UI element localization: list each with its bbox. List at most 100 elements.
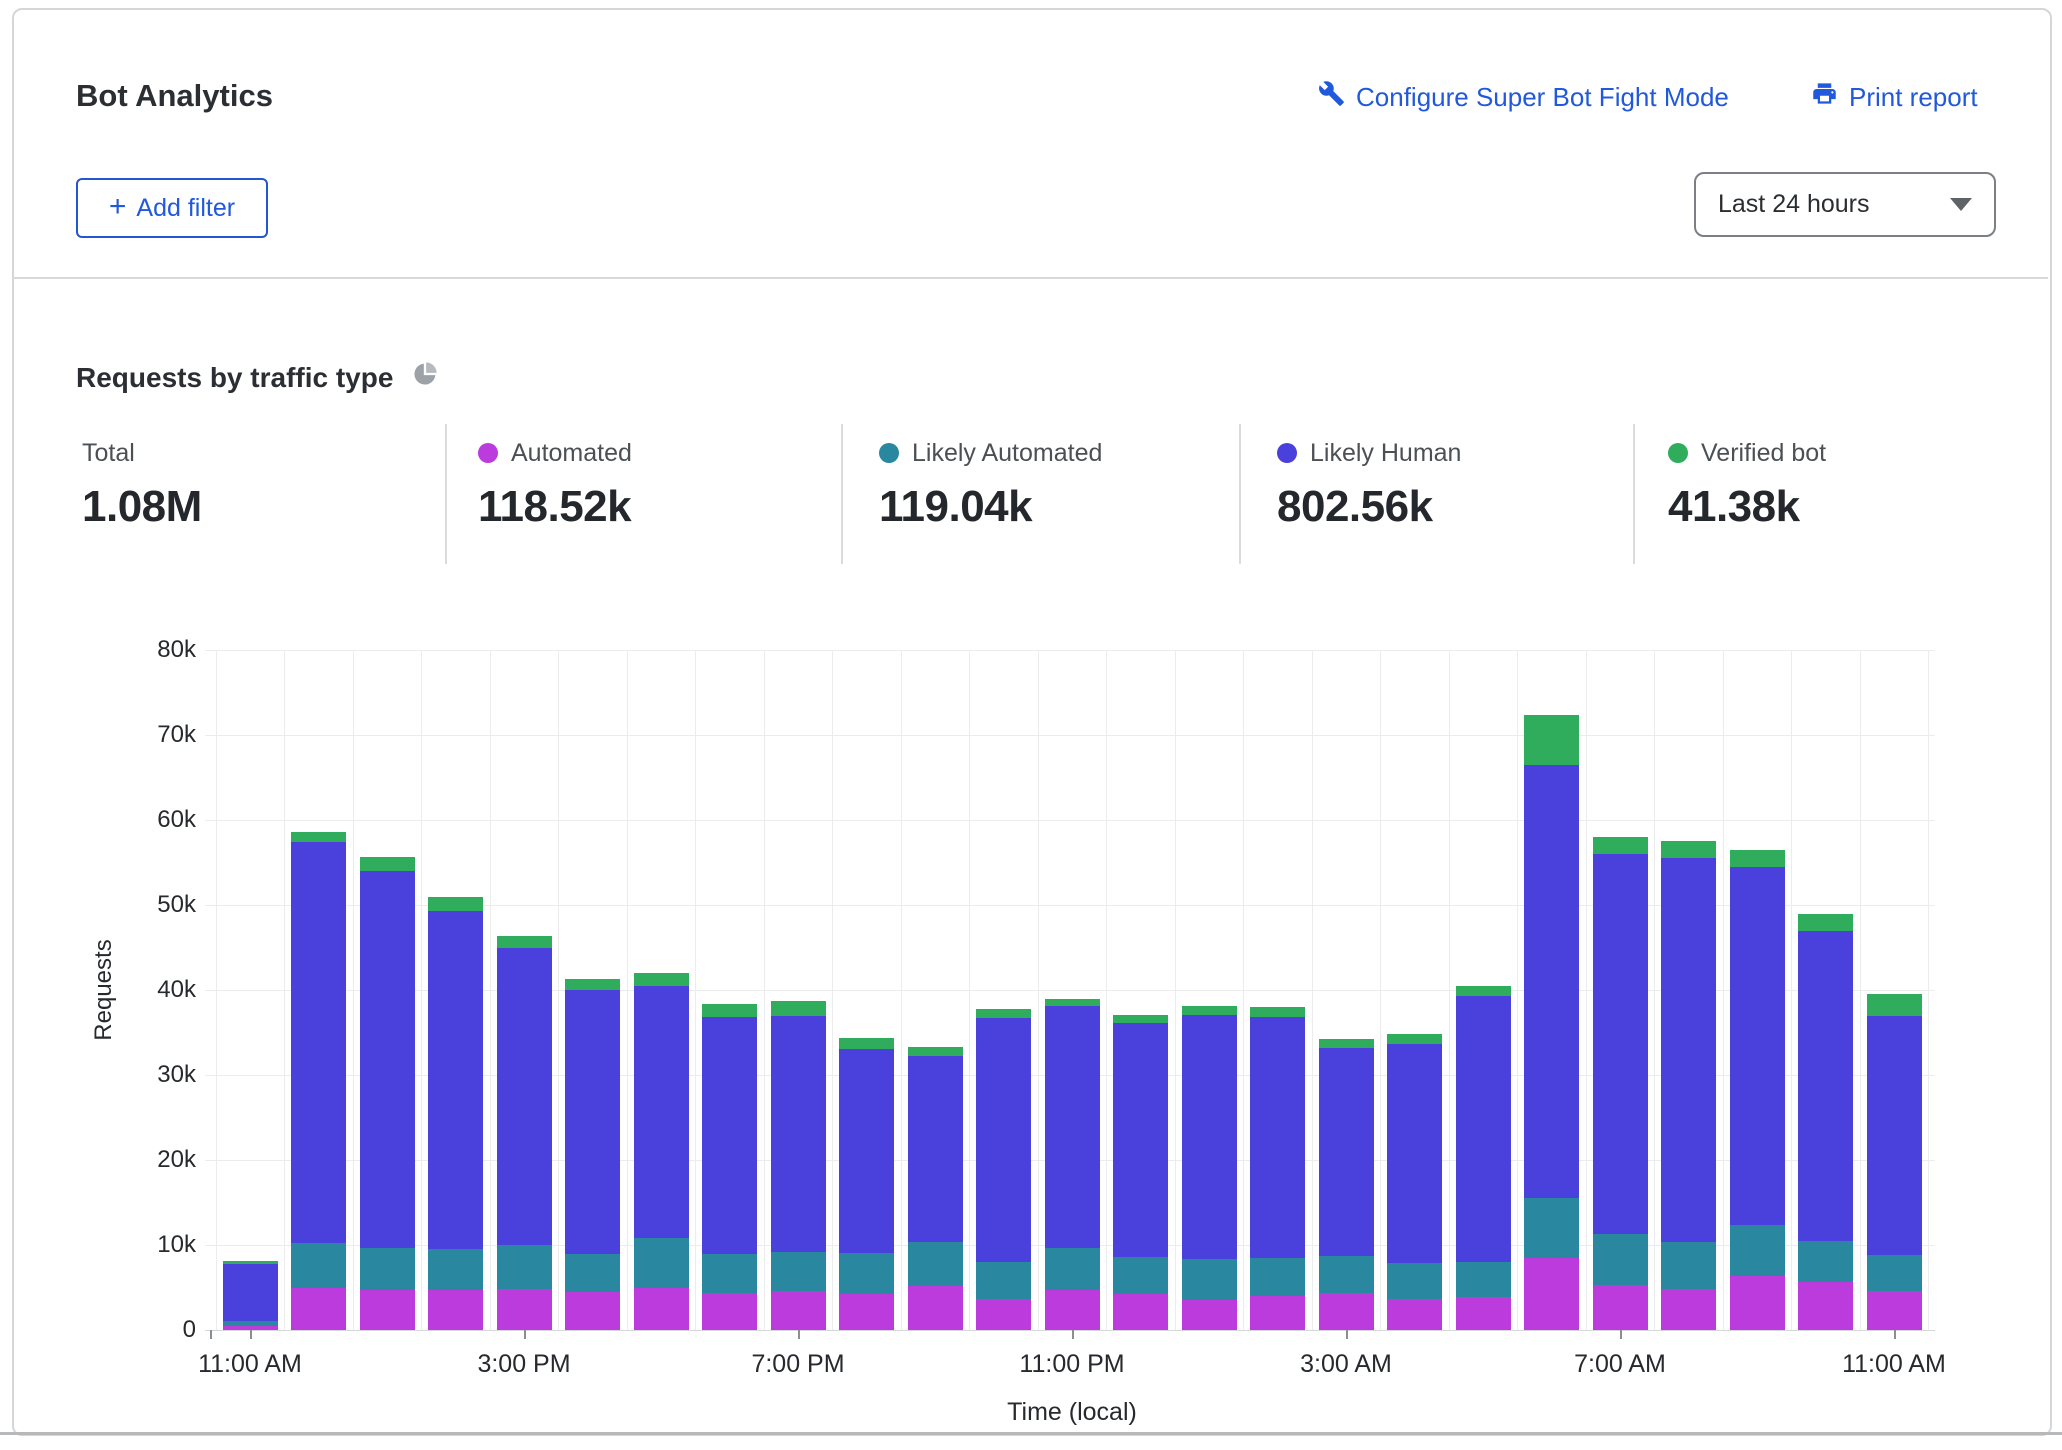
bar-segment-likely-human[interactable] (1113, 1023, 1168, 1257)
bar-segment-likely-automated[interactable] (1524, 1198, 1579, 1258)
bar-segment-verified-bot[interactable] (771, 1001, 826, 1015)
bar-segment-verified-bot[interactable] (223, 1261, 278, 1264)
bar-segment-likely-human[interactable] (1456, 996, 1511, 1262)
bar-segment-verified-bot[interactable] (1867, 994, 1922, 1015)
bar-segment-likely-human[interactable] (702, 1017, 757, 1253)
bar-segment-verified-bot[interactable] (702, 1004, 757, 1018)
bar-segment-likely-human[interactable] (1524, 765, 1579, 1199)
bar-segment-likely-human[interactable] (908, 1056, 963, 1242)
bar-segment-automated[interactable] (1593, 1285, 1648, 1330)
bar-segment-verified-bot[interactable] (1524, 715, 1579, 765)
bar-segment-verified-bot[interactable] (565, 979, 620, 990)
bar-segment-likely-automated[interactable] (839, 1253, 894, 1295)
bar-segment-likely-human[interactable] (428, 911, 483, 1249)
bar-segment-likely-human[interactable] (1387, 1044, 1442, 1262)
bar-segment-verified-bot[interactable] (428, 897, 483, 911)
bar-segment-likely-human[interactable] (360, 871, 415, 1248)
bar-segment-verified-bot[interactable] (497, 936, 552, 948)
bar-segment-likely-automated[interactable] (360, 1248, 415, 1291)
bar-segment-likely-automated[interactable] (428, 1249, 483, 1290)
bar-segment-verified-bot[interactable] (976, 1009, 1031, 1018)
bar-segment-verified-bot[interactable] (1250, 1007, 1305, 1017)
bar-segment-likely-automated[interactable] (1319, 1256, 1374, 1293)
bar-segment-likely-automated[interactable] (223, 1321, 278, 1326)
bar-segment-automated[interactable] (1113, 1294, 1168, 1330)
bar-segment-likely-automated[interactable] (1730, 1225, 1785, 1276)
bar-segment-likely-human[interactable] (1045, 1006, 1100, 1247)
bar-segment-verified-bot[interactable] (1456, 986, 1511, 996)
bar-segment-likely-automated[interactable] (565, 1254, 620, 1292)
bar-segment-likely-automated[interactable] (702, 1254, 757, 1294)
bar-segment-verified-bot[interactable] (1182, 1006, 1237, 1015)
bar-segment-likely-automated[interactable] (908, 1242, 963, 1285)
bar-segment-automated[interactable] (565, 1292, 620, 1330)
bar-segment-verified-bot[interactable] (1798, 914, 1853, 931)
bar-segment-likely-automated[interactable] (1798, 1241, 1853, 1282)
bar-segment-verified-bot[interactable] (839, 1038, 894, 1049)
configure-super-bot-fight-mode-link[interactable]: Configure Super Bot Fight Mode (1318, 80, 1729, 114)
bar-segment-likely-automated[interactable] (1661, 1242, 1716, 1289)
bar-segment-likely-human[interactable] (1661, 858, 1716, 1242)
bar-segment-likely-automated[interactable] (1182, 1259, 1237, 1300)
bar-segment-automated[interactable] (976, 1299, 1031, 1330)
bar-segment-likely-human[interactable] (1319, 1048, 1374, 1256)
bar-segment-likely-automated[interactable] (1387, 1263, 1442, 1299)
bar-segment-likely-automated[interactable] (497, 1245, 552, 1289)
bar-segment-likely-human[interactable] (497, 948, 552, 1246)
bar-segment-likely-automated[interactable] (976, 1262, 1031, 1299)
bar-segment-automated[interactable] (1867, 1291, 1922, 1330)
bar-segment-likely-human[interactable] (1250, 1017, 1305, 1258)
bar-segment-automated[interactable] (771, 1291, 826, 1330)
bar-segment-automated[interactable] (702, 1293, 757, 1330)
bar-segment-verified-bot[interactable] (1319, 1039, 1374, 1048)
bar-segment-automated[interactable] (634, 1288, 689, 1330)
bar-segment-automated[interactable] (1456, 1297, 1511, 1330)
bar-segment-verified-bot[interactable] (1730, 850, 1785, 867)
bar-segment-verified-bot[interactable] (1593, 837, 1648, 854)
bar-segment-automated[interactable] (291, 1288, 346, 1331)
bar-segment-automated[interactable] (1661, 1289, 1716, 1330)
bar-segment-automated[interactable] (497, 1289, 552, 1330)
print-report-link[interactable]: Print report (1811, 80, 1978, 114)
bar-segment-likely-automated[interactable] (1867, 1255, 1922, 1291)
bar-segment-verified-bot[interactable] (1387, 1034, 1442, 1044)
bar-segment-verified-bot[interactable] (1661, 841, 1716, 858)
bar-segment-likely-automated[interactable] (1456, 1262, 1511, 1297)
bar-segment-automated[interactable] (908, 1286, 963, 1330)
bar-segment-likely-human[interactable] (976, 1018, 1031, 1262)
bar-segment-automated[interactable] (1524, 1258, 1579, 1330)
bar-segment-automated[interactable] (839, 1294, 894, 1330)
bar-segment-likely-human[interactable] (1730, 867, 1785, 1226)
bar-segment-automated[interactable] (1387, 1299, 1442, 1330)
add-filter-button[interactable]: + Add filter (76, 178, 268, 238)
bar-segment-verified-bot[interactable] (634, 973, 689, 986)
bar-segment-likely-human[interactable] (565, 990, 620, 1254)
bar-segment-automated[interactable] (360, 1290, 415, 1330)
bar-segment-verified-bot[interactable] (1113, 1015, 1168, 1024)
bar-segment-likely-human[interactable] (634, 986, 689, 1238)
bar-segment-likely-human[interactable] (1182, 1015, 1237, 1260)
bar-segment-likely-automated[interactable] (1113, 1257, 1168, 1294)
bar-segment-automated[interactable] (1045, 1290, 1100, 1330)
bar-segment-automated[interactable] (1730, 1276, 1785, 1330)
bar-segment-automated[interactable] (428, 1290, 483, 1330)
bar-segment-verified-bot[interactable] (1045, 999, 1100, 1007)
bar-segment-verified-bot[interactable] (291, 832, 346, 842)
bar-segment-likely-automated[interactable] (1045, 1248, 1100, 1291)
bar-segment-automated[interactable] (1798, 1282, 1853, 1330)
bar-segment-likely-human[interactable] (1798, 931, 1853, 1241)
bar-segment-likely-automated[interactable] (291, 1243, 346, 1287)
bar-segment-verified-bot[interactable] (360, 857, 415, 871)
bar-segment-likely-human[interactable] (839, 1049, 894, 1253)
bar-segment-likely-automated[interactable] (1250, 1258, 1305, 1296)
bar-segment-likely-human[interactable] (223, 1264, 278, 1321)
bar-segment-likely-automated[interactable] (1593, 1234, 1648, 1285)
bar-segment-automated[interactable] (1182, 1300, 1237, 1330)
bar-segment-likely-human[interactable] (291, 842, 346, 1243)
bar-segment-likely-automated[interactable] (634, 1238, 689, 1288)
bar-segment-likely-human[interactable] (771, 1016, 826, 1252)
bar-segment-likely-human[interactable] (1593, 854, 1648, 1234)
bar-segment-likely-automated[interactable] (771, 1252, 826, 1291)
bar-segment-likely-human[interactable] (1867, 1016, 1922, 1256)
bar-segment-automated[interactable] (1319, 1293, 1374, 1330)
